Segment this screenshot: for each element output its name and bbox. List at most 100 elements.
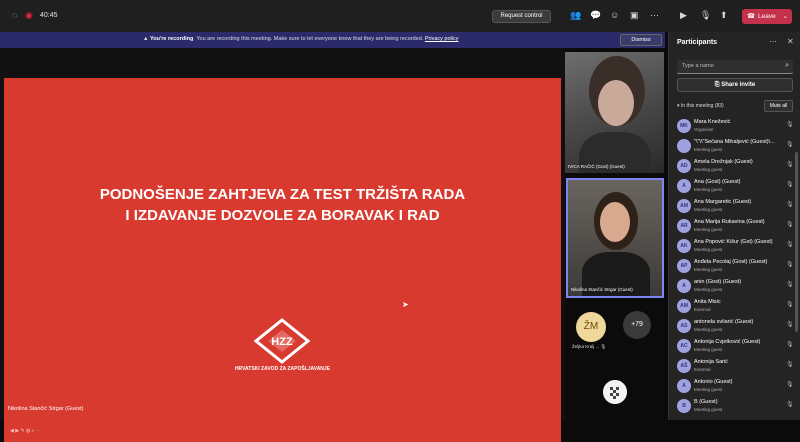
presenter-label: Nikolina Stančić Strgar (Guest) <box>8 406 84 412</box>
scrollbar[interactable] <box>795 152 798 332</box>
list-item[interactable]: AS antonela svilarić (Guest) Meeting guest… <box>669 316 800 336</box>
participant-name: Amela Drežnjak (Guest) <box>694 159 753 165</box>
chevron-down-icon[interactable]: ⌄ <box>783 9 788 24</box>
avatar-label: Željka Kralj ... 🎙 <box>572 344 607 349</box>
participant-role: Meeting guest <box>694 347 723 352</box>
mic-off-icon[interactable]: 🎙 <box>700 10 711 21</box>
mic-off-icon: 🎙 <box>786 362 794 368</box>
mic-off-icon: 🎙 <box>786 402 794 408</box>
list-item[interactable]: MK Mara Knežević Organiser 🎙 <box>669 116 800 136</box>
participant-role: Meeting guest <box>694 247 723 252</box>
mic-off-icon: 🎙 <box>786 282 794 288</box>
meeting-toolbar: ◌ ◉ 40:45 Request control 👥 💬 ☺ ▣ ⋯ ▶ 🎙 … <box>0 0 800 32</box>
participant-name: Ana Marija Rukavina (Guest) <box>694 219 765 225</box>
camera-icon[interactable]: ▶ <box>680 10 687 21</box>
avatar <box>677 139 691 153</box>
privacy-policy-link[interactable]: Privacy policy <box>425 36 459 42</box>
share-invite-label: Share invite <box>721 82 756 88</box>
mouse-cursor-icon: ➤ <box>402 300 409 309</box>
avatar: AP <box>677 259 691 273</box>
reactions-icon[interactable]: ☺ <box>610 10 619 20</box>
dismiss-button[interactable]: Dismiss <box>620 34 662 46</box>
search-input[interactable]: Type a name ⌕ <box>677 60 793 74</box>
in-meeting-header[interactable]: ▾ In this meeting (83) <box>677 103 724 109</box>
participant-role: Meeting guest <box>694 407 723 412</box>
meeting-timer: 40:45 <box>40 12 58 19</box>
slide-title-line-1: PODNOŠENJE ZAHTJEVA ZA TEST TRŽIŠTA RADA <box>99 186 466 203</box>
participant-role: Meeting guest <box>694 267 723 272</box>
mic-off-icon: 🎙 <box>786 302 794 308</box>
video-tile-label: Nikolina Stančić Strgar (Guest) <box>571 287 633 292</box>
participant-name: Antonija Cvjetković (Guest) <box>694 339 761 345</box>
avatar: A <box>677 179 691 193</box>
participant-name: B (Guest) <box>694 399 718 405</box>
participant-name: anin (Gost) (Guest) <box>694 279 742 285</box>
participants-panel: Participants ⋯ ✕ Type a name ⌕ ⎘ Share i… <box>668 32 800 420</box>
shield-icon: ◌ <box>12 10 18 20</box>
pixel-avatar-icon <box>603 380 627 404</box>
list-item[interactable]: A Antonio (Guest) Meeting guest 🎙 <box>669 376 800 396</box>
request-control-button[interactable]: Request control <box>492 10 551 23</box>
avatar: AM <box>677 199 691 213</box>
participant-role: External <box>694 307 711 312</box>
avatar: AŠ <box>677 359 691 373</box>
mic-off-icon: 🎙 <box>786 322 794 328</box>
banner-message: You are recording this meeting. Make sur… <box>196 36 424 42</box>
more-participants-button[interactable]: +79 <box>623 311 651 339</box>
list-item[interactable]: AM Ana Margaretic (Guest) Meeting guest 🎙 <box>669 196 800 216</box>
list-item[interactable]: AŠ Antonija Šarić External 🎙 <box>669 356 800 376</box>
more-options-icon[interactable]: ⋯ <box>769 37 777 46</box>
chevron-down-icon: ▾ <box>677 103 680 109</box>
chat-icon[interactable]: 💬 <box>590 10 601 21</box>
people-icon[interactable]: 👥 <box>570 10 581 21</box>
list-item[interactable]: AR Ana Marija Rukavina (Guest) Meeting gue… <box>669 216 800 236</box>
recording-banner: ▲ You're recording You are recording thi… <box>0 32 665 48</box>
logo-caption: HRVATSKI ZAVOD ZA ZAPOŠLJAVANJE <box>234 366 331 372</box>
search-icon: ⌕ <box>785 62 789 69</box>
slide-title-line-2: I IZDAVANJE DOZVOLE ZA BORAVAK I RAD <box>125 207 440 224</box>
presentation-slide: PODNOŠENJE ZAHTJEVA ZA TEST TRŽIŠTA RADA… <box>4 78 561 442</box>
avatar: AD <box>677 159 691 173</box>
mic-off-icon: 🎙 <box>786 142 794 148</box>
leave-label: Leave <box>758 13 776 20</box>
close-icon[interactable]: ✕ <box>787 37 794 46</box>
list-item[interactable]: "\"\\"Sečana Mihaljević (Guest)\... Meeti… <box>669 136 800 156</box>
participant-role: Meeting guest <box>694 227 723 232</box>
video-tile-ivica[interactable]: IVICA RAČIĆ (Gost) (Guest) <box>565 52 664 173</box>
avatar: MK <box>677 119 691 133</box>
leave-button[interactable]: ☎ Leave ⌄ <box>742 9 792 24</box>
participant-name: Mara Knežević <box>694 119 731 125</box>
list-item[interactable]: Aanin (Gost) (Guest) Meeting guest 🎙 <box>669 276 800 296</box>
slide-toolbar[interactable]: ◀ ▶ ✎ ◍ ⌕ ⋯ <box>10 428 41 434</box>
banner-title: You're recording <box>149 36 194 42</box>
mic-off-icon: 🎙 <box>786 182 794 188</box>
share-screen-icon[interactable]: ⬆ <box>720 10 728 21</box>
more-options-icon[interactable]: ⋯ <box>650 10 659 21</box>
avatar: AK <box>677 239 691 253</box>
list-item[interactable]: AP Anđela Pecolaj (Gost) (Guest) Meeting g… <box>669 256 800 276</box>
participant-name: "\"\\"Sečana Mihaljević (Guest)\... <box>694 139 775 145</box>
avatar: AS <box>677 319 691 333</box>
mic-off-icon: 🎙 <box>786 262 794 268</box>
view-icon[interactable]: ▣ <box>630 10 639 21</box>
participant-role: Meeting guest <box>694 147 723 152</box>
participant-name: Ana Margaretic (Guest) <box>694 199 752 205</box>
participant-name: Ana Popović Kišur (Gst) (Guest) <box>694 239 773 245</box>
mic-off-icon: 🎙 <box>786 162 794 168</box>
participant-role: Meeting guest <box>694 167 723 172</box>
participant-name: Anita Misic <box>694 299 721 305</box>
mute-all-button[interactable]: Mute all <box>764 100 793 112</box>
list-item[interactable]: AM Anita Misic External 🎙 <box>669 296 800 316</box>
list-item[interactable]: BB (Guest) Meeting guest 🎙 <box>669 396 800 416</box>
list-item[interactable]: AK Ana Popović Kišur (Gst) (Guest) Meeting… <box>669 236 800 256</box>
participant-role: Meeting guest <box>694 387 723 392</box>
avatar[interactable]: ŽM <box>576 312 606 342</box>
list-item[interactable]: AD Amela Drežnjak (Guest) Meeting guest 🎙 <box>669 156 800 176</box>
recording-icon: ◉ <box>25 10 33 20</box>
share-invite-button[interactable]: ⎘ Share invite <box>677 78 793 92</box>
video-tile-nikolina[interactable]: Nikolina Stančić Strgar (Guest) <box>566 178 664 298</box>
share-icon: ⎘ <box>714 82 720 88</box>
list-item[interactable]: AC Antonija Cvjetković (Guest) Meeting gue… <box>669 336 800 356</box>
list-item[interactable]: A Ana (Gost) (Guest) Meeting guest 🎙 <box>669 176 800 196</box>
mic-off-icon: 🎙 <box>786 342 794 348</box>
